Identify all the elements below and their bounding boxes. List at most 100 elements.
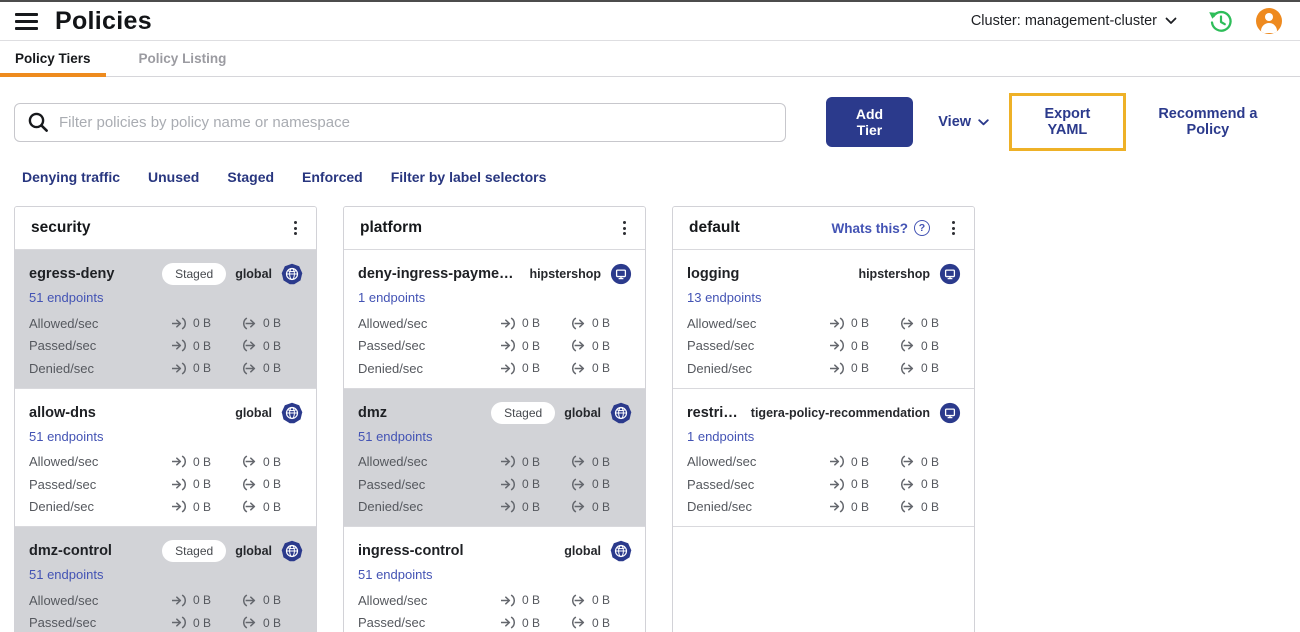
filter-denying-traffic[interactable]: Denying traffic bbox=[22, 169, 120, 185]
arrow-out-of-bracket-icon bbox=[900, 317, 914, 330]
policy-card-top: deny-ingress-paymentservi… hipstershop bbox=[358, 261, 632, 287]
history-icon[interactable] bbox=[1207, 8, 1234, 35]
metric-egress: 0 B bbox=[241, 593, 303, 607]
metric-ingress-value: 0 B bbox=[851, 477, 870, 492]
metric-row: Allowed/sec 0 B 0 B bbox=[358, 451, 632, 474]
search-icon bbox=[28, 112, 48, 132]
endpoints-link[interactable]: 51 endpoints bbox=[29, 567, 103, 582]
metric-ingress: 0 B bbox=[171, 593, 241, 607]
metric-label: Denied/sec bbox=[687, 360, 753, 376]
tier-help-label: Whats this? bbox=[831, 220, 909, 236]
endpoints-link[interactable]: 13 endpoints bbox=[687, 290, 761, 305]
policy-card[interactable]: logging hipstershop 13 endpoints Allowed… bbox=[673, 250, 974, 389]
metric-egress-value: 0 B bbox=[592, 338, 611, 353]
policy-card[interactable]: restricted tigera-policy-recommendation … bbox=[673, 388, 974, 527]
tab-bar: Policy Tiers Policy Listing bbox=[0, 40, 1300, 77]
endpoints-link[interactable]: 1 endpoints bbox=[358, 290, 425, 305]
metric-egress: 0 B bbox=[241, 616, 303, 630]
tier-name: default bbox=[689, 219, 740, 236]
globe-heptagon-icon bbox=[281, 540, 303, 562]
user-avatar-icon[interactable] bbox=[1256, 8, 1282, 34]
kebab-menu-icon[interactable] bbox=[284, 217, 306, 239]
metric-label: Denied/sec bbox=[29, 360, 95, 376]
metric-egress-value: 0 B bbox=[921, 499, 940, 514]
policy-card[interactable]: allow-dns global 51 endpoints Allowed/se… bbox=[15, 388, 316, 527]
metric-ingress: 0 B bbox=[829, 500, 899, 514]
arrow-out-of-bracket-icon bbox=[900, 455, 914, 468]
arrow-out-of-bracket-icon bbox=[242, 455, 256, 468]
metric-ingress: 0 B bbox=[829, 477, 899, 491]
endpoints-link[interactable]: 1 endpoints bbox=[687, 429, 754, 444]
metric-ingress: 0 B bbox=[829, 361, 899, 375]
metric-label: Allowed/sec bbox=[358, 592, 428, 608]
metric-label: Denied/sec bbox=[29, 499, 95, 515]
metric-row: Allowed/sec 0 B 0 B bbox=[358, 312, 632, 335]
endpoints-link[interactable]: 51 endpoints bbox=[29, 429, 103, 444]
menu-icon[interactable] bbox=[15, 12, 38, 30]
export-yaml-highlight: Export YAML bbox=[1009, 93, 1126, 151]
cluster-selector[interactable]: Cluster: management-cluster bbox=[971, 13, 1177, 29]
arrow-into-bracket-icon bbox=[830, 500, 845, 513]
search-input[interactable] bbox=[59, 113, 773, 131]
metric-egress: 0 B bbox=[899, 339, 961, 353]
kebab-menu-icon[interactable] bbox=[613, 217, 635, 239]
policy-card[interactable]: ingress-control global 51 endpoints Allo… bbox=[344, 527, 645, 632]
add-tier-button[interactable]: Add Tier bbox=[825, 97, 914, 147]
metric-egress-value: 0 B bbox=[921, 454, 940, 469]
metric-egress: 0 B bbox=[241, 455, 303, 469]
metric-label: Allowed/sec bbox=[29, 315, 99, 331]
metric-egress: 0 B bbox=[241, 316, 303, 330]
arrow-into-bracket-icon bbox=[830, 362, 845, 375]
metric-ingress-value: 0 B bbox=[522, 615, 541, 630]
view-button[interactable]: View bbox=[938, 114, 989, 130]
endpoints-link[interactable]: 51 endpoints bbox=[358, 429, 432, 444]
arrow-into-bracket-icon bbox=[172, 478, 187, 491]
tier-name: security bbox=[31, 219, 91, 236]
metric-egress: 0 B bbox=[899, 477, 961, 491]
filter-enforced[interactable]: Enforced bbox=[302, 169, 363, 185]
policy-scope: global bbox=[235, 405, 272, 420]
metric-ingress-value: 0 B bbox=[193, 499, 212, 514]
globe-heptagon-icon bbox=[610, 402, 632, 424]
tab-policy-listing[interactable]: Policy Listing bbox=[124, 41, 242, 76]
metric-label: Passed/sec bbox=[687, 476, 755, 492]
metric-egress-value: 0 B bbox=[921, 338, 940, 353]
page-title: Policies bbox=[55, 6, 152, 35]
arrow-out-of-bracket-icon bbox=[571, 594, 585, 607]
tier-column: platform deny-ingress-paymentservi… hips… bbox=[343, 206, 646, 632]
tier-help-link[interactable]: Whats this? ? bbox=[831, 220, 930, 236]
quick-filters: Denying traffic Unused Staged Enforced F… bbox=[0, 151, 1300, 185]
metrics: Allowed/sec 0 B 0 B Passed/sec bbox=[29, 589, 303, 632]
metric-row: Denied/sec 0 B 0 B bbox=[358, 357, 632, 380]
metric-egress-value: 0 B bbox=[263, 361, 282, 376]
metric-label: Allowed/sec bbox=[29, 592, 99, 608]
metric-ingress: 0 B bbox=[500, 616, 570, 630]
metric-egress: 0 B bbox=[899, 361, 961, 375]
policy-card[interactable]: deny-ingress-paymentservi… hipstershop 1… bbox=[344, 250, 645, 389]
policy-card[interactable]: dmz Staged global 51 endpoints Allowed/s… bbox=[344, 388, 645, 527]
metric-ingress-value: 0 B bbox=[522, 361, 541, 376]
endpoints-link[interactable]: 51 endpoints bbox=[358, 567, 432, 582]
metric-ingress-value: 0 B bbox=[851, 316, 870, 331]
policy-list: deny-ingress-paymentservi… hipstershop 1… bbox=[344, 250, 645, 632]
arrow-out-of-bracket-icon bbox=[900, 478, 914, 491]
policy-card[interactable]: egress-deny Staged global 51 endpoints A… bbox=[15, 250, 316, 389]
tab-policy-tiers-label: Policy Tiers bbox=[15, 51, 91, 66]
recommend-policy-button[interactable]: Recommend a Policy bbox=[1139, 106, 1277, 138]
policy-list: egress-deny Staged global 51 endpoints A… bbox=[15, 250, 316, 632]
filter-staged[interactable]: Staged bbox=[227, 169, 274, 185]
kebab-menu-icon[interactable] bbox=[942, 217, 964, 239]
policy-card[interactable]: dmz-control Staged global 51 endpoints A… bbox=[15, 527, 316, 632]
export-yaml-button[interactable]: Export YAML bbox=[1025, 106, 1110, 138]
arrow-into-bracket-icon bbox=[501, 594, 516, 607]
arrow-into-bracket-icon bbox=[501, 500, 516, 513]
tier-header: platform bbox=[344, 207, 645, 250]
tab-policy-tiers[interactable]: Policy Tiers bbox=[0, 41, 106, 77]
filter-unused[interactable]: Unused bbox=[148, 169, 199, 185]
endpoints-link[interactable]: 51 endpoints bbox=[29, 290, 103, 305]
policy-name: allow-dns bbox=[29, 404, 96, 421]
tier-board: security egress-deny Staged global 51 en… bbox=[0, 185, 1300, 632]
filter-label-selectors[interactable]: Filter by label selectors bbox=[391, 169, 547, 185]
monitor-circle-icon bbox=[939, 402, 961, 424]
metric-egress-value: 0 B bbox=[592, 499, 611, 514]
